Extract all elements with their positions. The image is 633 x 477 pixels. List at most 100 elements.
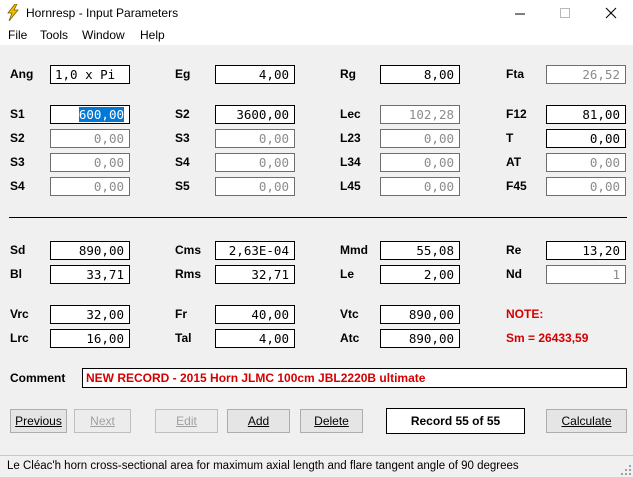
t-field[interactable]: 0,00 bbox=[546, 129, 626, 148]
edit-button[interactable]: Edit bbox=[155, 409, 218, 433]
section-divider bbox=[9, 217, 627, 218]
menu-window[interactable]: Window bbox=[82, 28, 125, 42]
ang-label: Ang bbox=[10, 67, 34, 81]
f45-field[interactable]: 0,00 bbox=[546, 177, 626, 196]
t-label: T bbox=[506, 131, 514, 145]
fta-label: Fta bbox=[506, 67, 524, 81]
s1-label: S1 bbox=[10, 107, 25, 121]
s3-field[interactable]: 0,00 bbox=[215, 129, 295, 148]
tal-field[interactable]: 4,00 bbox=[215, 329, 295, 348]
status-bar: Le Cléac'h horn cross-sectional area for… bbox=[0, 455, 633, 477]
lrc-field[interactable]: 16,00 bbox=[50, 329, 130, 348]
mmd-label: Mmd bbox=[340, 243, 368, 257]
resize-grip-icon[interactable] bbox=[621, 465, 631, 475]
vtc-label: Vtc bbox=[340, 307, 359, 321]
edit-label: Edit bbox=[176, 414, 197, 428]
maximize-icon bbox=[560, 7, 570, 18]
s4-label: S4 bbox=[175, 155, 190, 169]
rms-label: Rms bbox=[175, 267, 202, 281]
s3b-label: S3 bbox=[10, 155, 25, 169]
menu-tools[interactable]: Tools bbox=[40, 28, 68, 42]
at-label: AT bbox=[506, 155, 522, 169]
menu-help[interactable]: Help bbox=[140, 28, 165, 42]
rg-field[interactable]: 8,00 bbox=[380, 65, 460, 84]
l45-field[interactable]: 0,00 bbox=[380, 177, 460, 196]
status-text: Le Cléac'h horn cross-sectional area for… bbox=[7, 460, 519, 472]
nd-label: Nd bbox=[506, 267, 522, 281]
cms-field[interactable]: 2,63E-04 bbox=[215, 241, 295, 260]
atc-label: Atc bbox=[340, 331, 360, 345]
close-icon bbox=[605, 7, 616, 19]
rg-label: Rg bbox=[340, 67, 356, 81]
s5-label: S5 bbox=[175, 179, 190, 193]
s2b-label: S2 bbox=[10, 131, 25, 145]
eg-field[interactable]: 4,00 bbox=[215, 65, 295, 84]
s2-label: S2 bbox=[175, 107, 190, 121]
at-field[interactable]: 0,00 bbox=[546, 153, 626, 172]
nd-field[interactable]: 1 bbox=[546, 265, 626, 284]
previous-button[interactable]: Previous bbox=[10, 409, 67, 433]
calculate-button[interactable]: Calculate bbox=[546, 409, 627, 433]
le-label: Le bbox=[340, 267, 355, 281]
vrc-field[interactable]: 32,00 bbox=[50, 305, 130, 324]
bl-field[interactable]: 33,71 bbox=[50, 265, 130, 284]
fr-label: Fr bbox=[175, 307, 187, 321]
menu-bar: File Tools Window Help bbox=[0, 26, 633, 46]
mmd-field[interactable]: 55,08 bbox=[380, 241, 460, 260]
l45-label: L45 bbox=[340, 179, 361, 193]
minimize-button[interactable] bbox=[498, 0, 543, 26]
s3-label: S3 bbox=[175, 131, 190, 145]
s2-field[interactable]: 3600,00 bbox=[215, 105, 295, 124]
f12-field[interactable]: 81,00 bbox=[546, 105, 626, 124]
cms-label: Cms bbox=[175, 243, 202, 257]
ang-field[interactable]: 1,0 x Pi bbox=[50, 65, 130, 84]
menu-file[interactable]: File bbox=[8, 28, 27, 42]
lrc-label: Lrc bbox=[10, 331, 29, 345]
title-bar[interactable]: Hornresp - Input Parameters bbox=[0, 0, 633, 26]
s4b-field[interactable]: 0,00 bbox=[50, 177, 130, 196]
re-label: Re bbox=[506, 243, 522, 257]
f12-label: F12 bbox=[506, 107, 527, 121]
rms-field[interactable]: 32,71 bbox=[215, 265, 295, 284]
sd-label: Sd bbox=[10, 243, 26, 257]
next-button[interactable]: Next bbox=[74, 409, 131, 433]
vtc-field[interactable]: 890,00 bbox=[380, 305, 460, 324]
l23-field[interactable]: 0,00 bbox=[380, 129, 460, 148]
s1-field[interactable]: 600,00 bbox=[50, 105, 130, 124]
vrc-label: Vrc bbox=[10, 307, 29, 321]
previous-label: Previous bbox=[15, 414, 62, 428]
l23-label: L23 bbox=[340, 131, 361, 145]
sd-field[interactable]: 890,00 bbox=[50, 241, 130, 260]
note-text: Sm = 26433,59 bbox=[506, 331, 589, 345]
fr-field[interactable]: 40,00 bbox=[215, 305, 295, 324]
s2b-field[interactable]: 0,00 bbox=[50, 129, 130, 148]
lec-field: 102,28 bbox=[380, 105, 460, 124]
fta-field: 26,52 bbox=[546, 65, 626, 84]
lec-label: Lec bbox=[340, 107, 361, 121]
s3b-field[interactable]: 0,00 bbox=[50, 153, 130, 172]
comment-field[interactable]: NEW RECORD - 2015 Horn JLMC 100cm JBL222… bbox=[82, 368, 627, 388]
l34-label: L34 bbox=[340, 155, 361, 169]
s5-field[interactable]: 0,00 bbox=[215, 177, 295, 196]
re-field[interactable]: 13,20 bbox=[546, 241, 626, 260]
comment-label: Comment bbox=[10, 371, 66, 385]
delete-button[interactable]: Delete bbox=[300, 409, 363, 433]
s1-value: 600,00 bbox=[78, 107, 124, 122]
calculate-label: Calculate bbox=[561, 414, 612, 428]
maximize-button[interactable] bbox=[543, 0, 588, 26]
s4-field[interactable]: 0,00 bbox=[215, 153, 295, 172]
bl-label: Bl bbox=[10, 267, 22, 281]
add-button[interactable]: Add bbox=[227, 409, 290, 433]
lightning-app-icon bbox=[7, 4, 19, 21]
close-button[interactable] bbox=[588, 0, 633, 26]
note-title: NOTE: bbox=[506, 307, 544, 321]
record-indicator: Record 55 of 55 bbox=[386, 408, 525, 434]
delete-label: Delete bbox=[314, 414, 349, 428]
window-title: Hornresp - Input Parameters bbox=[26, 6, 179, 20]
l34-field[interactable]: 0,00 bbox=[380, 153, 460, 172]
next-label: Next bbox=[90, 414, 115, 428]
le-field[interactable]: 2,00 bbox=[380, 265, 460, 284]
atc-field[interactable]: 890,00 bbox=[380, 329, 460, 348]
tal-label: Tal bbox=[175, 331, 192, 345]
f45-label: F45 bbox=[506, 179, 527, 193]
